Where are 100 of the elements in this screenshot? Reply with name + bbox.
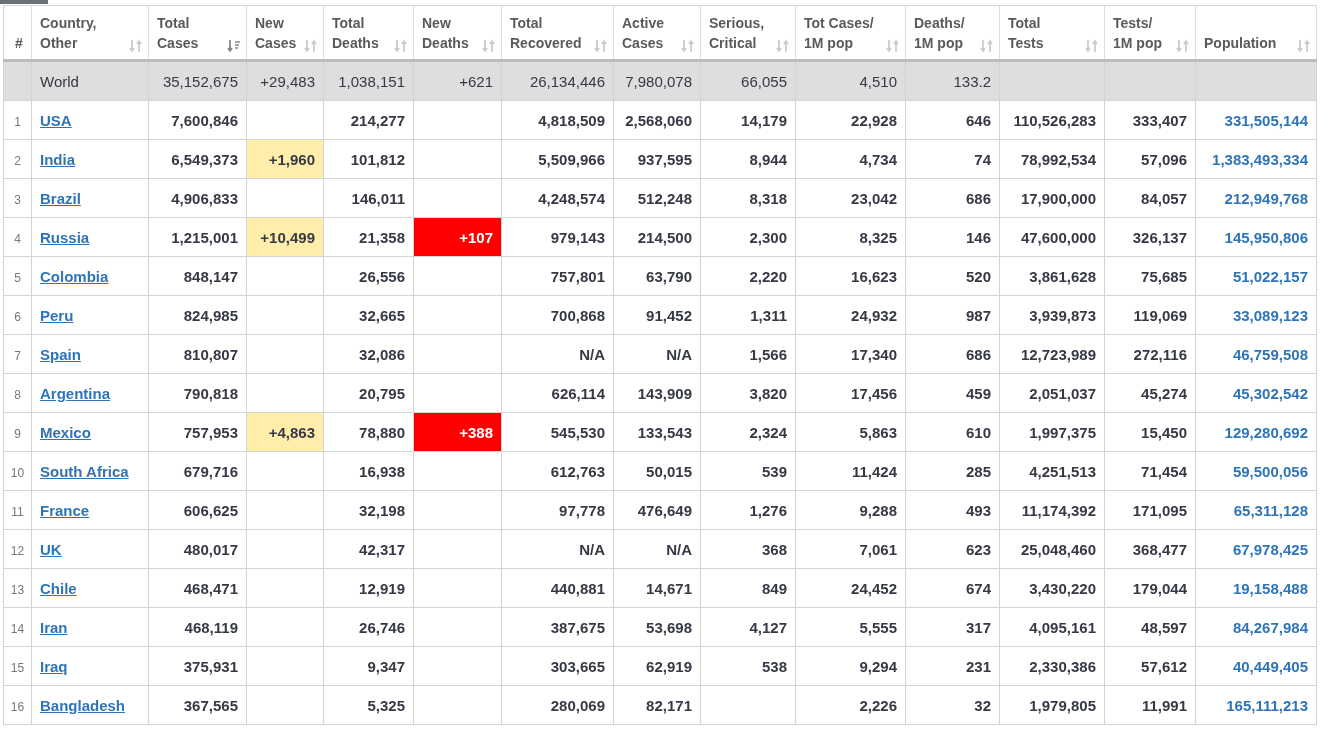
sort-icon[interactable] xyxy=(1297,39,1311,53)
table-cell-text: 606,625 xyxy=(183,501,238,519)
table-cell-text: 11,174,392 xyxy=(1021,501,1096,519)
tab-edge xyxy=(0,0,48,4)
table-cell-text: 2,220 xyxy=(749,267,787,285)
table-cell-text: 810,807 xyxy=(183,345,238,363)
table-cell-text: 110,526,283 xyxy=(1013,111,1096,129)
column-header[interactable]: Country, Other xyxy=(31,5,149,61)
table-cell-text: 368,477 xyxy=(1132,540,1187,558)
country-link[interactable]: India xyxy=(40,150,75,168)
column-header[interactable]: Total Recovered xyxy=(501,5,614,61)
column-header-label: Total Recovered xyxy=(510,14,582,53)
table-cell-text: 133.2 xyxy=(953,72,991,90)
table-cell-text: 48,597 xyxy=(1141,618,1187,636)
sort-icon[interactable] xyxy=(1085,39,1099,53)
table-cell-text: 7,600,846 xyxy=(171,111,238,129)
table-cell-text: 231 xyxy=(965,657,991,675)
country-link[interactable]: Mexico xyxy=(40,423,91,441)
sort-icon[interactable] xyxy=(980,39,994,53)
country-link[interactable]: Russia xyxy=(40,228,90,246)
column-header[interactable]: Active Cases xyxy=(613,5,701,61)
sort-icon[interactable] xyxy=(681,39,695,53)
table-cell-text: 2,324 xyxy=(749,423,787,441)
table-cell-text: 23,042 xyxy=(851,189,897,207)
table-cell-text: 24,452 xyxy=(851,579,897,597)
table-cell-text: N/A xyxy=(666,345,692,363)
rank-number: 3 xyxy=(14,192,21,207)
table-cell-text: 9,294 xyxy=(859,657,897,675)
table-cell-text: 979,143 xyxy=(550,228,605,246)
table-cell-text: 368 xyxy=(761,540,787,558)
table-cell-text: 17,900,000 xyxy=(1020,189,1096,207)
table-cell-text: N/A xyxy=(579,540,605,558)
table-cell-text: 375,931 xyxy=(183,657,238,675)
table-cell-text: +388 xyxy=(459,423,493,441)
column-header[interactable]: New Deaths xyxy=(413,5,502,61)
table-cell-text: 4,510 xyxy=(859,72,897,90)
table-cell-text: 1,038,151 xyxy=(338,72,405,90)
column-header[interactable]: Population xyxy=(1195,5,1317,61)
sort-icon[interactable] xyxy=(1176,39,1190,53)
sort-descending-icon[interactable] xyxy=(227,39,241,53)
table-cell-text: 2,330,386 xyxy=(1029,657,1096,675)
column-header[interactable]: Total Deaths xyxy=(323,5,414,61)
column-header[interactable]: Tot Cases/ 1M pop xyxy=(795,5,906,61)
country-link[interactable]: Brazil xyxy=(40,189,81,207)
sort-icon[interactable] xyxy=(394,39,408,53)
table-cell-text: 16,938 xyxy=(359,462,405,480)
sort-icon[interactable] xyxy=(482,39,496,53)
table-cell-text: 790,818 xyxy=(183,384,238,402)
column-header[interactable]: Tests/ 1M pop xyxy=(1104,5,1196,61)
sort-icon[interactable] xyxy=(304,39,318,53)
table-cell-text: 66,055 xyxy=(741,72,787,90)
table-cell-text: 8,325 xyxy=(859,228,897,246)
table-cell-text: 91,452 xyxy=(646,306,692,324)
table-cell-text: 45,274 xyxy=(1141,384,1187,402)
table-cell-text: 57,096 xyxy=(1141,150,1187,168)
table-cell-text: 42,317 xyxy=(359,540,405,558)
country-link[interactable]: Peru xyxy=(40,306,74,324)
table-cell-text: 14,179 xyxy=(741,111,787,129)
table-cell-text: 133,543 xyxy=(637,423,692,441)
table-cell-text: 1,215,001 xyxy=(171,228,238,246)
table-cell-text: 4,818,509 xyxy=(538,111,605,129)
sort-icon[interactable] xyxy=(886,39,900,53)
table-cell-text: 8,944 xyxy=(749,150,787,168)
country-link[interactable]: Iraq xyxy=(40,657,68,675)
table-cell-text: 3,939,873 xyxy=(1029,306,1096,324)
sort-icon[interactable] xyxy=(776,39,790,53)
table-cell-text: 47,600,000 xyxy=(1020,228,1096,246)
table-cell-text: 757,953 xyxy=(183,423,238,441)
table-cell-text: 612,763 xyxy=(550,462,605,480)
column-header[interactable]: Deaths/ 1M pop xyxy=(905,5,1000,61)
table-cell-text: N/A xyxy=(579,345,605,363)
column-header[interactable]: New Cases xyxy=(246,5,324,61)
column-header-label: New Deaths xyxy=(422,14,469,53)
rank-number: 5 xyxy=(14,270,21,285)
country-link[interactable]: Spain xyxy=(40,345,81,363)
country-link[interactable]: Chile xyxy=(40,579,77,597)
sort-icon[interactable] xyxy=(594,39,608,53)
table-cell-text: 1,566 xyxy=(749,345,787,363)
country-link[interactable]: UK xyxy=(40,540,62,558)
table-cell-text: 493 xyxy=(965,501,991,519)
table-cell-text: 5,325 xyxy=(367,696,405,714)
column-header-label: New Cases xyxy=(255,14,297,53)
country-link[interactable]: Iran xyxy=(40,618,68,636)
country-link[interactable]: France xyxy=(40,501,90,519)
table-cell-text: 11,424 xyxy=(851,462,897,480)
table-cell-text: 757,801 xyxy=(550,267,605,285)
table-cell-text: 3,861,628 xyxy=(1029,267,1096,285)
table-cell-text: 539 xyxy=(761,462,787,480)
column-header[interactable]: Serious, Critical xyxy=(700,5,796,61)
rank-number: 15 xyxy=(10,660,25,675)
rank-number: 9 xyxy=(14,426,21,441)
column-header[interactable]: Total Cases xyxy=(148,5,247,61)
table-cell-text: 9,288 xyxy=(859,501,897,519)
table-cell-text: 317 xyxy=(965,618,991,636)
rank-number: 10 xyxy=(10,465,25,480)
sort-icon[interactable] xyxy=(129,39,143,53)
table-cell-text: 22,928 xyxy=(851,111,897,129)
table-cell-text: 62,919 xyxy=(646,657,692,675)
country-link[interactable]: USA xyxy=(40,111,72,129)
column-header[interactable]: Total Tests xyxy=(999,5,1105,61)
